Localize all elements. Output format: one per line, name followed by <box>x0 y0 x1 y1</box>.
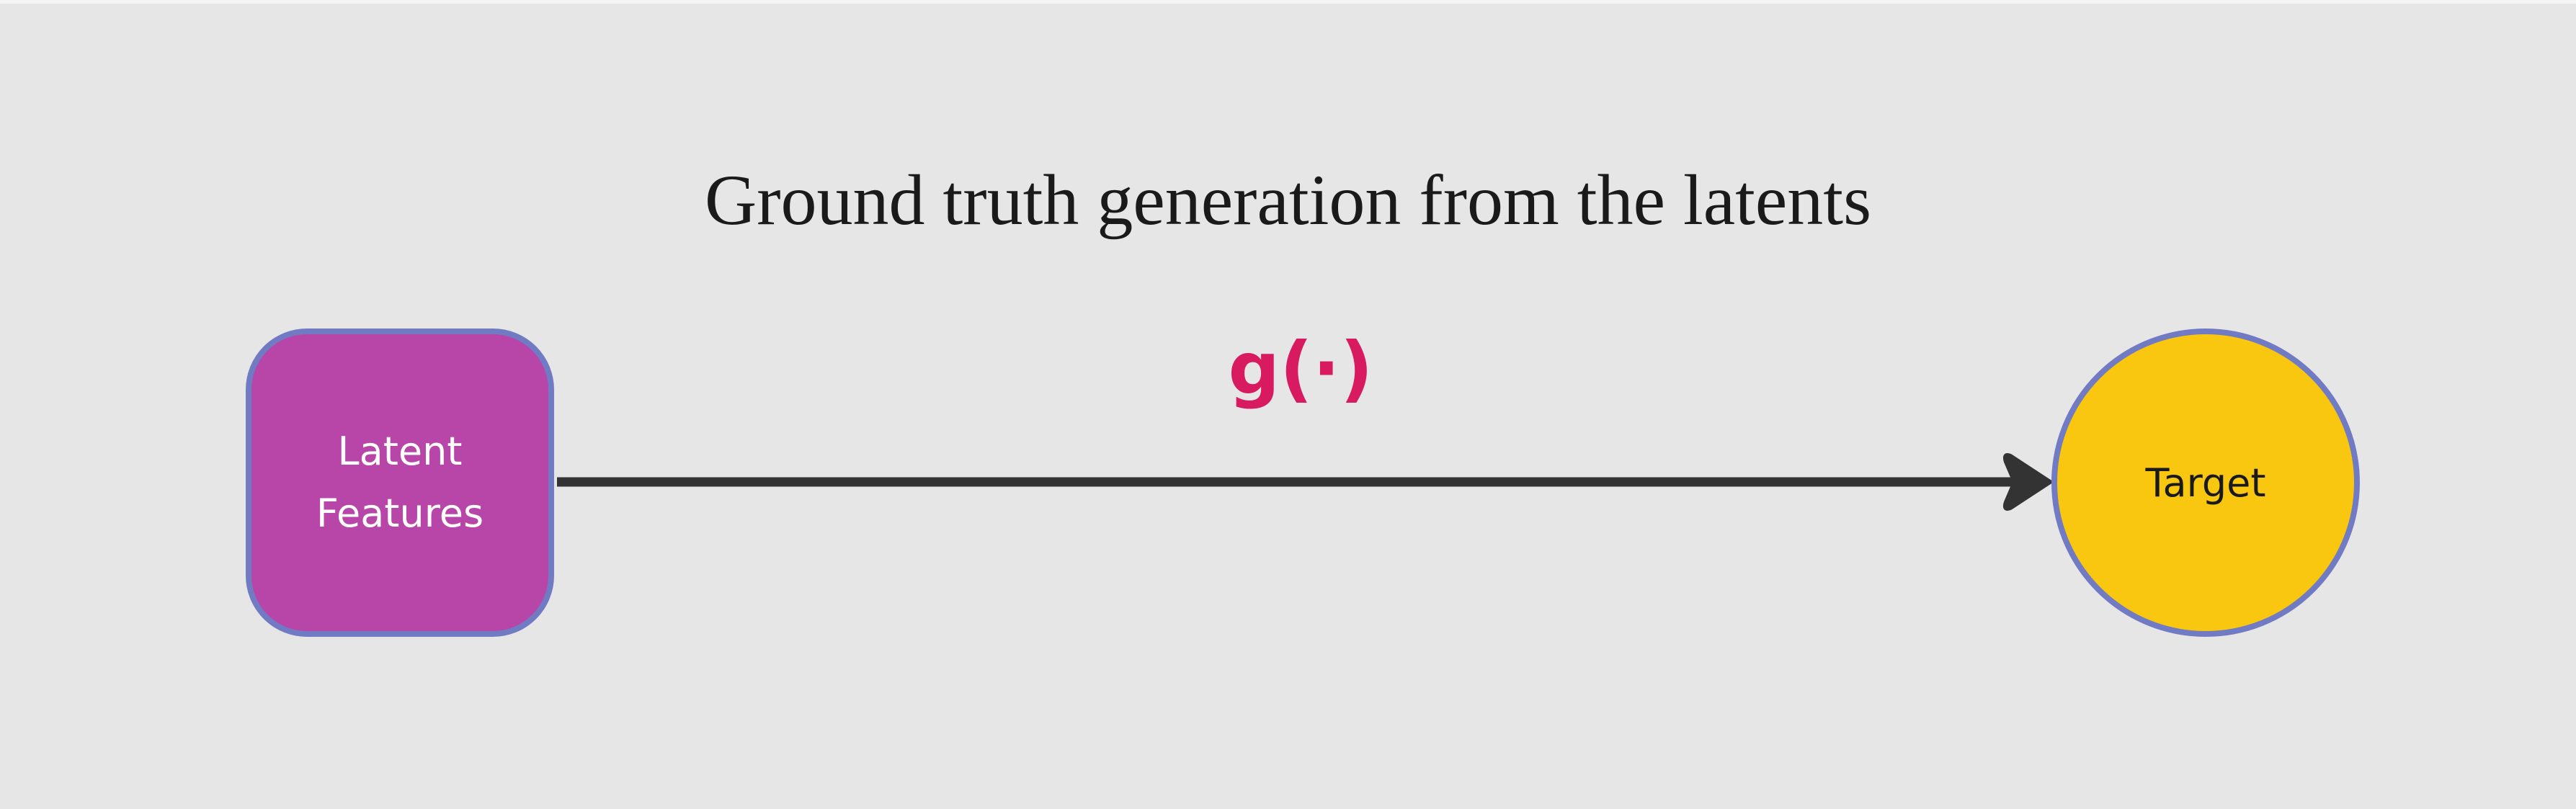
node-target: Target <box>2051 328 2360 637</box>
node-label: Target <box>2145 460 2266 506</box>
